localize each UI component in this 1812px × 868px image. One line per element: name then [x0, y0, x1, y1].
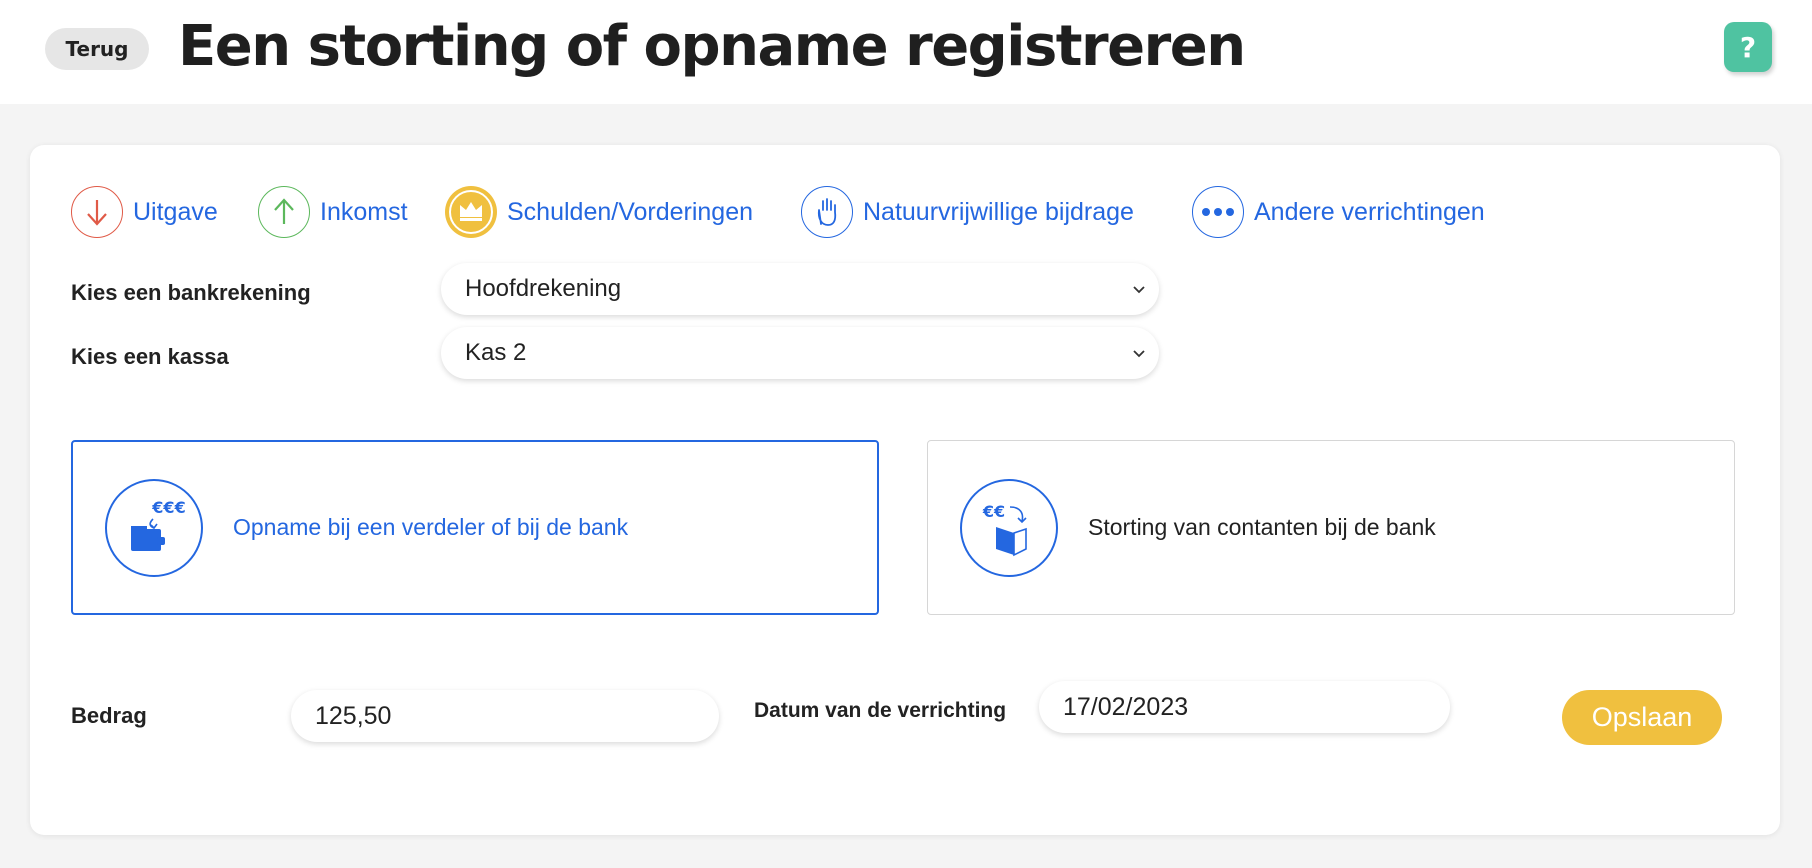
option-deposit[interactable]: €€ Storting van contanten bij de bank — [927, 440, 1735, 615]
back-button[interactable]: Terug — [45, 28, 149, 70]
tab-schulden-vorderingen[interactable]: Schulden/Vorderingen — [445, 186, 753, 238]
tab-label: Uitgave — [133, 197, 218, 226]
help-button[interactable]: ? — [1724, 22, 1772, 72]
tab-uitgave[interactable]: Uitgave — [71, 186, 218, 238]
tab-natuurvrijwillige-bijdrage[interactable]: Natuurvrijwillige bijdrage — [801, 186, 1134, 238]
bank-account-value: Hoofdrekening — [465, 275, 622, 302]
tab-andere-verrichtingen[interactable]: Andere verrichtingen — [1192, 186, 1485, 238]
amount-input[interactable] — [291, 690, 719, 742]
cash-register-select[interactable]: Kas 2 — [441, 327, 1159, 379]
arrow-down-icon — [71, 186, 123, 238]
cash-register-label: Kies een kassa — [71, 344, 229, 369]
bank-account-select[interactable]: Hoofdrekening — [441, 263, 1159, 315]
tab-label: Inkomst — [320, 197, 408, 226]
crown-icon — [445, 186, 497, 238]
wallet-euro-icon: €€€ — [105, 478, 203, 577]
option-withdrawal[interactable]: €€€ Opname bij een verdeler of bij de ba… — [71, 440, 879, 615]
tab-label: Natuurvrijwillige bijdrage — [863, 197, 1134, 226]
option-label: Opname bij een verdeler of bij de bank — [233, 514, 629, 540]
date-input[interactable] — [1039, 681, 1450, 733]
deposit-euro-icon: €€ — [960, 478, 1058, 577]
hand-icon — [801, 186, 853, 238]
chevron-down-icon — [1133, 286, 1145, 294]
save-button[interactable]: Opslaan — [1562, 690, 1722, 745]
page-title: Een storting of opname registreren — [178, 14, 1246, 79]
cash-register-value: Kas 2 — [465, 339, 527, 366]
euro-symbols: €€ — [982, 502, 1005, 521]
option-label: Storting van contanten bij de bank — [1088, 514, 1436, 540]
more-dots-icon — [1192, 186, 1244, 238]
euro-symbols: €€€ — [151, 498, 185, 517]
date-label: Datum van de verrichting — [754, 699, 1007, 722]
chevron-down-icon — [1133, 350, 1145, 358]
tab-inkomst[interactable]: Inkomst — [258, 186, 408, 238]
arrow-up-icon — [258, 186, 310, 238]
bank-account-label: Kies een bankrekening — [71, 280, 311, 305]
top-bar: Terug Een storting of opname registreren… — [0, 0, 1812, 104]
amount-label: Bedrag — [71, 703, 147, 728]
tab-label: Andere verrichtingen — [1254, 197, 1485, 226]
tab-label: Schulden/Vorderingen — [507, 197, 754, 226]
